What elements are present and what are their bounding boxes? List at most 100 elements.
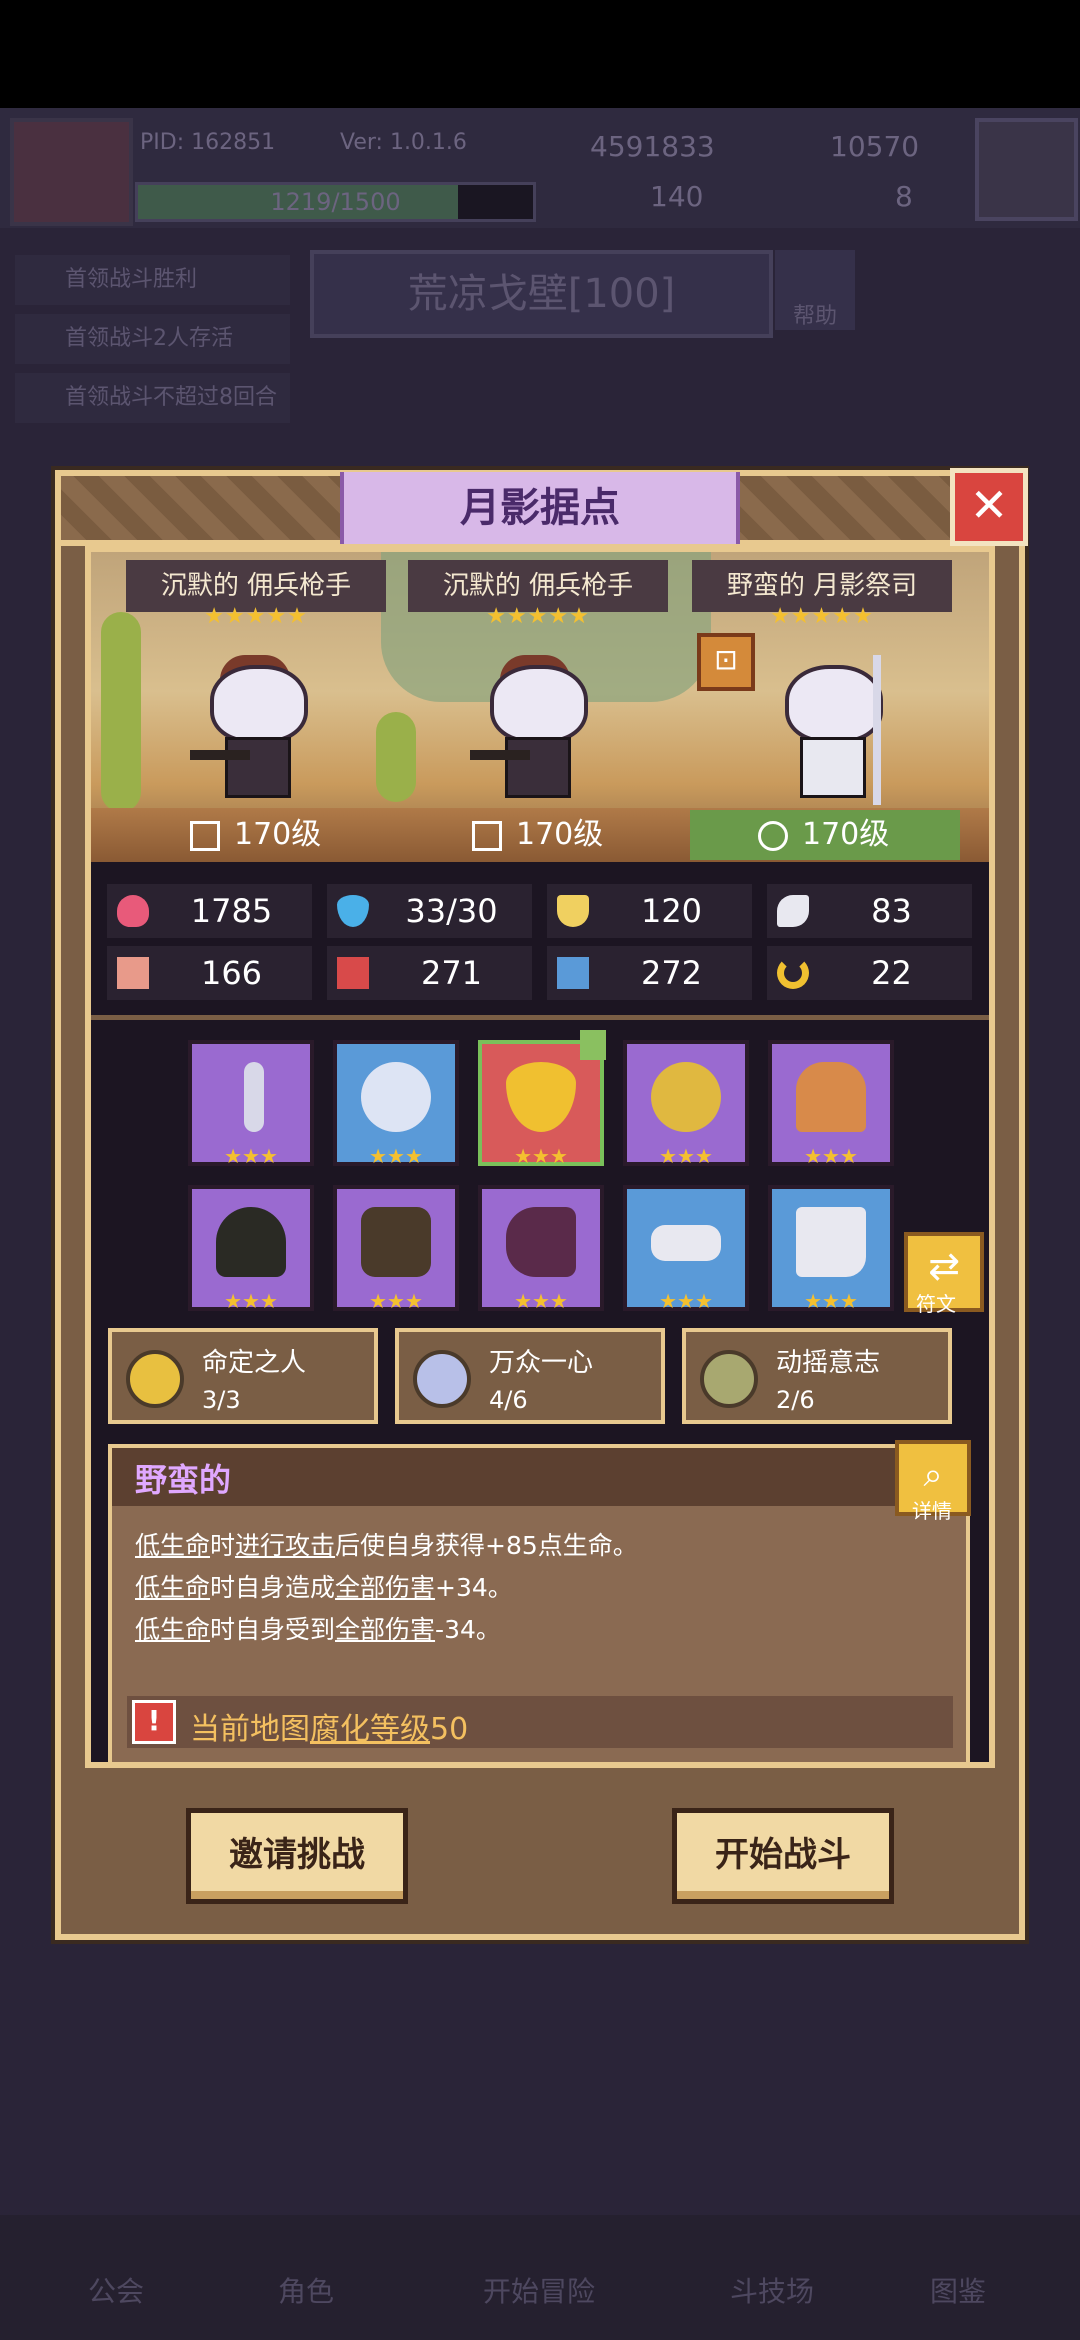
player-avatar[interactable] [10, 118, 133, 226]
armor-icon [361, 1207, 431, 1277]
set-name: 动摇意志 [776, 1348, 881, 1378]
keyword[interactable]: 低生命 [135, 1531, 210, 1560]
equip-stars: ★★★ [369, 1289, 423, 1313]
text: 后使自身获得+85点生命。 [335, 1531, 638, 1560]
crown-icon [796, 1062, 866, 1132]
set-count: 4/6 [489, 1386, 528, 1414]
equip-stars: ★★★ [804, 1144, 858, 1168]
equip-armor[interactable]: ★★★ [333, 1185, 459, 1313]
energy-text: 1219/1500 [270, 188, 401, 216]
nav-codex[interactable]: 图鉴 [930, 2270, 986, 2310]
equip-stars: ★★★ [514, 1144, 568, 1168]
cactus-decoration [376, 712, 416, 802]
text: 时自身造成 [210, 1573, 336, 1602]
keyword[interactable]: 低生命 [135, 1615, 210, 1644]
start-battle-button[interactable]: 开始战斗 [672, 1808, 894, 1904]
stat-value: 120 [640, 892, 703, 930]
hero-level: 170级 [758, 812, 889, 858]
close-button[interactable]: ✕ [950, 468, 1028, 546]
text: 50 [430, 1712, 469, 1747]
equip-staff[interactable]: ★★★ [188, 1040, 314, 1168]
set-bonus[interactable]: 动摇意志 2/6 [682, 1328, 952, 1424]
equip-stars: ★★★ [224, 1144, 278, 1168]
hero-sprite-gunner[interactable] [190, 655, 320, 805]
trait-line: 低生命时进行攻击后使自身获得+85点生命。 [135, 1526, 638, 1562]
set-name: 万众一心 [489, 1348, 594, 1378]
upgrade-flag-icon [580, 1030, 606, 1060]
text: 当前地图 [190, 1712, 310, 1747]
equip-boots[interactable]: ★★★ [768, 1185, 894, 1313]
hero-level-text: 170级 [516, 817, 604, 852]
equip-stars: ★★★ [514, 1289, 568, 1313]
stat-value: 33/30 [405, 892, 498, 930]
warning-icon: ! [132, 1700, 176, 1744]
corruption-warning-text: 当前地图腐化等级50 [190, 1704, 468, 1748]
hero-sprite-priest[interactable] [765, 655, 895, 805]
swap-icon: ⇄ [928, 1244, 960, 1288]
nav-guild[interactable]: 公会 [88, 2270, 144, 2310]
magnifier-icon: ⌕ [923, 1455, 943, 1495]
keyword[interactable]: 低生命 [135, 1573, 210, 1602]
invite-challenge-button[interactable]: 邀请挑战 [186, 1808, 408, 1904]
stat-speed: 83 [767, 884, 972, 938]
section-divider [91, 1015, 989, 1020]
rune-label: 符文 [916, 1292, 956, 1316]
amulet-icon [506, 1062, 576, 1132]
set-coin-icon [700, 1350, 758, 1408]
set-bonus[interactable]: 万众一心 4/6 [395, 1328, 665, 1424]
dialog-title: 月影据点 [340, 472, 740, 544]
equip-belt[interactable]: ★★★ [623, 1185, 749, 1313]
quest-item: 首领战斗胜利 [15, 255, 290, 305]
map-title: 荒凉戈壁[100] [310, 250, 773, 338]
trait-title: 野蛮的 [135, 1461, 232, 1499]
equip-stars: ★★★ [804, 1289, 858, 1313]
hero-stars: ★★★★★ [770, 604, 874, 629]
equip-stars: ★★★ [369, 1144, 423, 1168]
fist-icon [117, 957, 149, 989]
scroll-icon [557, 957, 589, 989]
horseshoe-icon [777, 957, 809, 989]
set-count: 2/6 [776, 1386, 815, 1414]
status-buff-icon[interactable]: ⊡ [697, 633, 755, 691]
keyword[interactable]: 进行攻击 [235, 1531, 335, 1560]
keyword[interactable]: 全部伤害 [335, 1573, 435, 1602]
stat-mana: 33/30 [327, 884, 532, 938]
level-icon [190, 820, 220, 851]
equip-hood[interactable]: ★★★ [188, 1185, 314, 1313]
player-id: PID: 162851 [140, 130, 276, 155]
help-button[interactable]: 帮助 [775, 250, 855, 330]
detail-label: 详情 [912, 1499, 952, 1523]
equip-medallion[interactable]: ★★★ [623, 1040, 749, 1168]
belt-icon [651, 1225, 721, 1261]
set-count: 3/3 [202, 1386, 241, 1414]
text: +34。 [435, 1573, 513, 1602]
equip-orb[interactable]: ★★★ [333, 1040, 459, 1168]
hero-level: 170级 [472, 812, 603, 858]
keyword[interactable]: 全部伤害 [335, 1615, 435, 1644]
gem-count: 10570 [830, 130, 920, 163]
nav-arena[interactable]: 斗技场 [730, 2270, 814, 2310]
shield-icon [557, 895, 589, 927]
hero-stars: ★★★★★ [486, 604, 590, 629]
gold-medallion-icon [651, 1062, 721, 1132]
level-icon [472, 820, 502, 851]
clover-count: 140 [650, 180, 704, 213]
set-name: 命定之人 [202, 1348, 307, 1378]
stat-luck: 22 [767, 946, 972, 1000]
equip-crown[interactable]: ★★★ [768, 1040, 894, 1168]
wrench-icon [758, 820, 788, 851]
equip-glove[interactable]: ★★★ [478, 1185, 604, 1313]
hero-sprite-gunner[interactable] [470, 655, 600, 805]
version-label: Ver: 1.0.1.6 [340, 130, 467, 155]
settings-gear-icon[interactable] [975, 118, 1078, 221]
nav-start-adventure[interactable]: 开始冒险 [483, 2270, 595, 2310]
equip-stars: ★★★ [659, 1289, 713, 1313]
keyword[interactable]: 腐化等级 [310, 1712, 430, 1747]
mana-drop-icon [337, 895, 369, 927]
nav-character[interactable]: 角色 [278, 2270, 334, 2310]
quest-item: 首领战斗2人存活 [15, 314, 290, 364]
set-bonus[interactable]: 命定之人 3/3 [108, 1328, 378, 1424]
spellbook-icon [337, 957, 369, 989]
hero-stars: ★★★★★ [204, 604, 308, 629]
stat-value: 166 [200, 954, 263, 992]
